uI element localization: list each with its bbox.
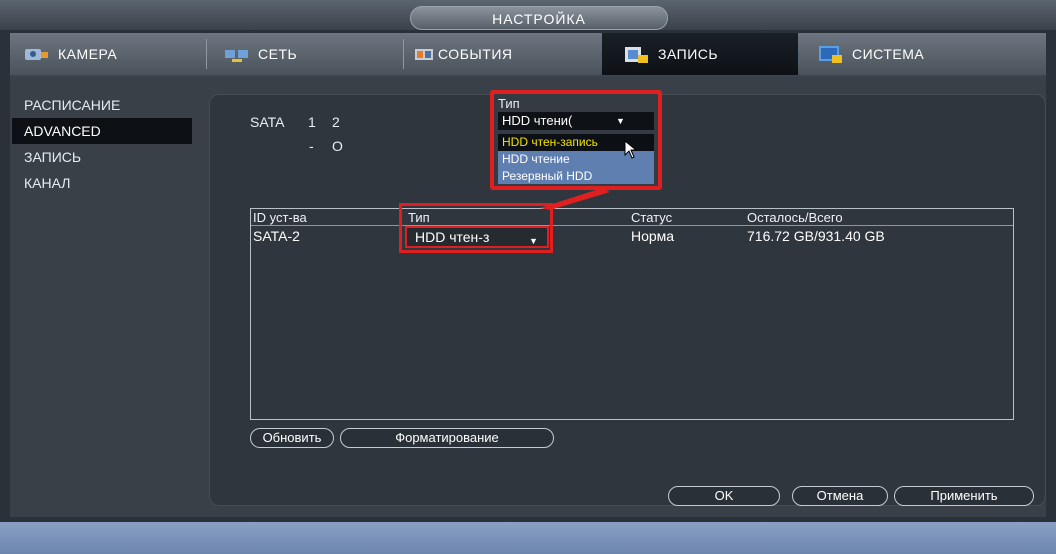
sata-port-2-status: O bbox=[332, 138, 343, 154]
option-redundant[interactable]: Резервный HDD bbox=[498, 168, 654, 185]
record-icon bbox=[624, 44, 650, 64]
cell-space: 716.72 GB/931.40 GB bbox=[747, 228, 885, 244]
camera-icon bbox=[24, 44, 50, 64]
sidebar-item-record[interactable]: ЗАПИСЬ bbox=[12, 144, 192, 170]
type-dropdown[interactable]: HDD чтен-з ▼ bbox=[405, 226, 549, 248]
title-bar: НАСТРОЙКА bbox=[0, 0, 1056, 30]
sidebar-item-advanced[interactable]: ADVANCED bbox=[12, 118, 192, 144]
cell-status: Норма bbox=[631, 228, 675, 244]
sata-port-1: 1 bbox=[308, 114, 316, 130]
window-title: НАСТРОЙКА bbox=[410, 6, 668, 30]
refresh-button[interactable]: Обновить bbox=[250, 428, 334, 448]
col-header-device: ID уст-ва bbox=[253, 210, 307, 225]
tab-label: СЕТЬ bbox=[258, 46, 298, 62]
format-button[interactable]: Форматирование bbox=[340, 428, 554, 448]
sata-port-2: 2 bbox=[332, 114, 340, 130]
table-header: ID уст-ва Тип Статус Осталось/Всего bbox=[251, 209, 1013, 225]
tab-label: СИСТЕМА bbox=[852, 46, 925, 62]
tab-label: КАМЕРА bbox=[58, 46, 118, 62]
chevron-down-icon: ▼ bbox=[529, 236, 538, 246]
col-header-space: Осталось/Всего bbox=[747, 210, 843, 225]
popup-title: Тип bbox=[498, 96, 520, 111]
apply-button[interactable]: Применить bbox=[894, 486, 1034, 506]
col-header-status: Статус bbox=[631, 210, 673, 225]
events-icon bbox=[414, 44, 436, 64]
tab-label: СОБЫТИЯ bbox=[438, 46, 513, 62]
main-tabs: КАМЕРА СЕТЬ СОБЫТИЯ ЗАПИСЬ СИСТЕМА bbox=[10, 33, 1046, 77]
tab-camera[interactable]: КАМЕРА bbox=[24, 33, 194, 75]
sidebar-item-schedule[interactable]: РАСПИСАНИЕ bbox=[12, 92, 192, 118]
mouse-cursor-icon bbox=[624, 140, 638, 159]
tab-divider bbox=[206, 39, 207, 69]
tab-divider bbox=[403, 39, 404, 69]
cell-device: SATA-2 bbox=[253, 228, 300, 244]
cancel-button[interactable]: Отмена bbox=[792, 486, 888, 506]
sata-label: SATA bbox=[250, 114, 285, 130]
tab-network[interactable]: СЕТЬ bbox=[224, 33, 394, 75]
popup-selected-value: HDD чтени( bbox=[502, 113, 573, 128]
sidebar-item-channel[interactable]: КАНАЛ bbox=[12, 170, 192, 196]
network-icon bbox=[224, 44, 250, 64]
type-dropdown-popup: Тип HDD чтени( ▼ HDD чтен-запись HDD чте… bbox=[490, 90, 662, 190]
header-divider bbox=[251, 225, 1013, 226]
tab-system[interactable]: СИСТЕМА bbox=[818, 33, 998, 75]
type-dropdown-value: HDD чтен-з bbox=[415, 229, 490, 245]
status-bar bbox=[0, 522, 1056, 554]
tab-record[interactable]: ЗАПИСЬ bbox=[602, 33, 798, 75]
tab-label: ЗАПИСЬ bbox=[658, 46, 719, 62]
ok-button[interactable]: OK bbox=[668, 486, 780, 506]
sidebar: РАСПИСАНИЕ ADVANCED ЗАПИСЬ КАНАЛ bbox=[12, 92, 192, 196]
tab-events[interactable]: СОБЫТИЯ bbox=[414, 33, 594, 75]
popup-selected[interactable]: HDD чтени( ▼ bbox=[498, 112, 654, 130]
hdd-table: ID уст-ва Тип Статус Осталось/Всего SATA… bbox=[250, 208, 1014, 420]
system-icon bbox=[818, 44, 844, 64]
chevron-down-icon: ▼ bbox=[616, 116, 625, 126]
sata-port-1-status: - bbox=[309, 138, 314, 154]
